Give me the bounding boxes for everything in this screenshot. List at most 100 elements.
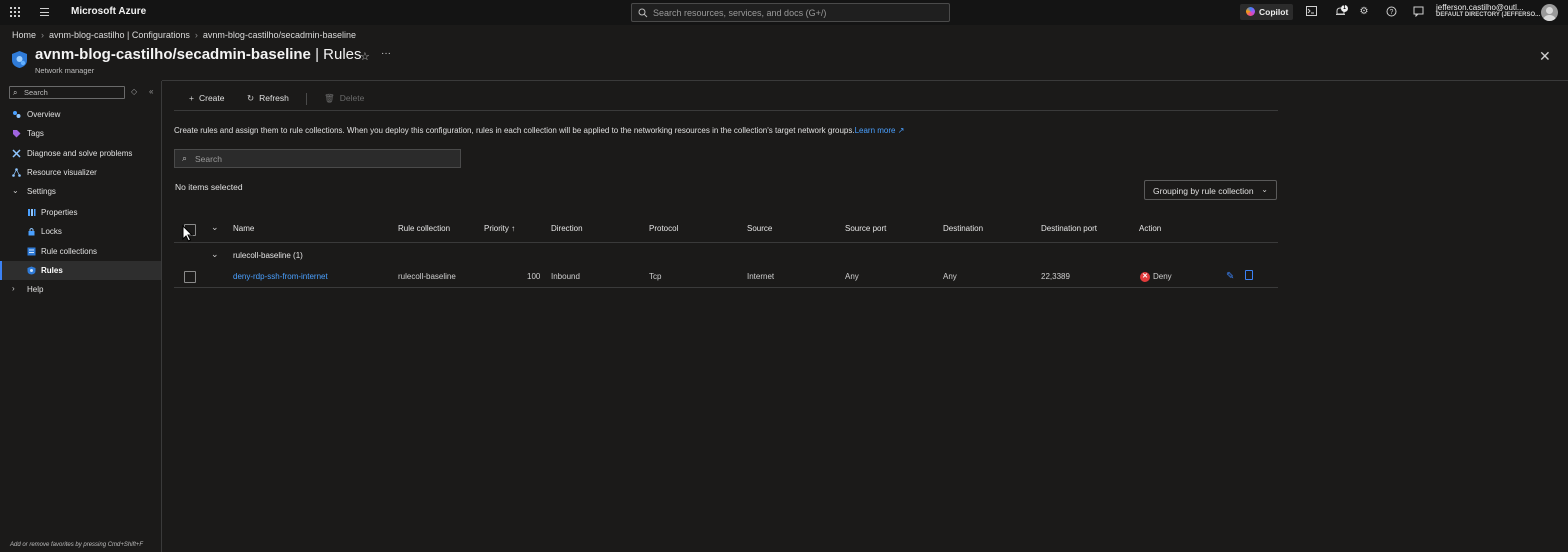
- resource-menu-sidebar: ⌕ Search ◇ « Overview Tags Diagnose and …: [0, 81, 162, 552]
- sidebar-item-rule-collections[interactable]: Rule collections: [0, 242, 161, 261]
- chevron-right-icon: ›: [12, 284, 15, 293]
- cell-direction: Inbound: [551, 272, 580, 281]
- top-bar: Microsoft Azure Search resources, servic…: [0, 0, 1568, 25]
- copilot-label: Copilot: [1259, 7, 1289, 17]
- tag-icon: [13, 130, 21, 138]
- search-icon: ⌕: [182, 153, 188, 163]
- sidebar-item-properties[interactable]: Properties: [0, 203, 161, 222]
- cell-protocol: Tcp: [649, 272, 662, 281]
- delete-button[interactable]: 🗑︎ Delete: [324, 93, 364, 104]
- external-link-icon: ↗: [895, 126, 905, 135]
- global-search-placeholder: Search resources, services, and docs (G+…: [653, 8, 827, 18]
- sidebar-group-help[interactable]: › Help: [0, 280, 161, 299]
- column-header-direction[interactable]: Direction: [551, 224, 583, 233]
- sidebar-item-rules[interactable]: Rules: [0, 261, 161, 280]
- favorites-hint: Add or remove favorites by pressing Cmd+…: [10, 542, 144, 548]
- trash-icon: 🗑︎: [324, 93, 335, 103]
- breadcrumb-home[interactable]: Home: [12, 30, 36, 40]
- search-icon: [638, 8, 648, 18]
- learn-more-link[interactable]: Learn more: [855, 126, 896, 135]
- deny-icon: ✕: [1140, 272, 1150, 282]
- column-header-destination-port[interactable]: Destination port: [1041, 224, 1097, 233]
- chevron-down-icon: ⌄: [1261, 185, 1268, 194]
- create-button[interactable]: + Create: [189, 93, 224, 103]
- rules-search-input[interactable]: ⌕ Search: [174, 149, 461, 168]
- rules-search-placeholder: Search: [195, 154, 222, 164]
- account-directory: DEFAULT DIRECTORY (JEFFERSO...: [1436, 12, 1541, 18]
- svg-text:?: ?: [1389, 9, 1393, 16]
- edit-pencil-icon[interactable]: ✎: [1226, 271, 1234, 282]
- column-header-source[interactable]: Source: [747, 224, 772, 233]
- more-options-icon[interactable]: ···: [381, 48, 391, 59]
- chevron-down-icon: ⌄: [12, 186, 19, 195]
- delete-trash-icon[interactable]: [1245, 270, 1253, 280]
- sidebar-item-tags[interactable]: Tags: [0, 124, 161, 143]
- toolbar-separator: [306, 93, 307, 105]
- cloud-shell-icon[interactable]: [1305, 6, 1317, 18]
- properties-icon: [28, 209, 36, 216]
- help-icon[interactable]: ?: [1385, 6, 1397, 18]
- brand-title[interactable]: Microsoft Azure: [71, 6, 146, 17]
- rule-collections-icon: [27, 247, 36, 256]
- sidebar-group-settings[interactable]: ⌄ Settings: [0, 182, 161, 201]
- collapse-all-chevron-icon[interactable]: ⌄: [211, 222, 219, 233]
- sidebar-item-resource-visualizer[interactable]: Resource visualizer: [0, 163, 161, 182]
- column-header-priority[interactable]: Priority ↑: [484, 224, 515, 233]
- sidebar-item-diagnose[interactable]: Diagnose and solve problems: [0, 144, 161, 163]
- mouse-cursor-icon: [182, 225, 194, 242]
- rule-name-link[interactable]: deny-rdp-ssh-from-internet: [233, 272, 328, 281]
- account-email: jefferson.castilho@outl...: [1436, 3, 1524, 12]
- column-header-source-port[interactable]: Source port: [845, 224, 886, 233]
- feedback-icon[interactable]: [1412, 6, 1424, 18]
- close-icon[interactable]: ✕: [1539, 48, 1551, 65]
- lock-icon: [28, 228, 35, 236]
- sidebar-search-input[interactable]: ⌕ Search: [9, 86, 125, 99]
- visualizer-icon: [12, 168, 21, 177]
- avatar[interactable]: [1541, 4, 1558, 21]
- breadcrumb-configurations[interactable]: avnm-blog-castilho | Configurations: [49, 30, 190, 40]
- copilot-button[interactable]: Copilot: [1240, 4, 1293, 20]
- column-header-name[interactable]: Name: [233, 224, 254, 233]
- rules-icon: [27, 266, 36, 275]
- breadcrumb-configuration[interactable]: avnm-blog-castilho/secadmin-baseline: [203, 30, 356, 40]
- sidebar-item-overview[interactable]: Overview: [0, 105, 161, 124]
- column-header-rule-collection[interactable]: Rule collection: [398, 224, 450, 233]
- plus-icon: +: [189, 93, 194, 103]
- breadcrumb-separator-icon: ›: [194, 30, 198, 40]
- gear-icon[interactable]: ⚙: [1358, 6, 1370, 18]
- breadcrumb-separator-icon: ›: [41, 30, 45, 40]
- group-header-label[interactable]: rulecoll-baseline (1): [233, 251, 303, 260]
- cell-destination: Any: [943, 272, 957, 281]
- collapse-sidebar-icon[interactable]: «: [149, 87, 153, 96]
- page-subtitle: Network manager: [35, 66, 95, 75]
- cell-priority: 100: [527, 272, 541, 281]
- toolbar-divider: [174, 110, 1278, 111]
- page-title: avnm-blog-castilho/secadmin-baseline | R…: [35, 46, 362, 63]
- sidebar-options-icon[interactable]: ◇: [131, 87, 137, 96]
- group-collapse-chevron-icon[interactable]: ⌄: [211, 249, 219, 260]
- grouping-dropdown[interactable]: Grouping by rule collection ⌄: [1144, 180, 1277, 200]
- column-header-protocol[interactable]: Protocol: [649, 224, 678, 233]
- account-menu[interactable]: jefferson.castilho@outl... DEFAULT DIREC…: [1436, 3, 1540, 18]
- favorite-star-icon[interactable]: ☆: [360, 50, 370, 63]
- app-launcher-icon[interactable]: [10, 7, 20, 17]
- cell-source-port: Any: [845, 272, 859, 281]
- sidebar-search-placeholder: Search: [24, 88, 48, 97]
- cell-rule-collection: rulecoll-baseline: [398, 272, 456, 281]
- selection-status: No items selected: [175, 182, 243, 192]
- cell-action: Deny: [1153, 272, 1172, 281]
- refresh-button[interactable]: ↻ Refresh: [247, 93, 289, 104]
- refresh-icon: ↻: [247, 93, 255, 103]
- global-search-input[interactable]: Search resources, services, and docs (G+…: [631, 3, 950, 22]
- row-checkbox[interactable]: [184, 271, 196, 283]
- header-divider: [162, 80, 1568, 81]
- cell-source: Internet: [747, 272, 775, 281]
- copilot-icon: [1246, 7, 1255, 16]
- network-manager-icon: [12, 51, 27, 68]
- breadcrumb: Home › avnm-blog-castilho | Configurations…: [12, 30, 356, 40]
- portal-menu-icon[interactable]: [40, 8, 49, 19]
- sidebar-item-locks[interactable]: Locks: [0, 222, 161, 241]
- notification-count-badge: 1: [1341, 5, 1348, 12]
- column-header-action[interactable]: Action: [1139, 224, 1161, 233]
- column-header-destination[interactable]: Destination: [943, 224, 983, 233]
